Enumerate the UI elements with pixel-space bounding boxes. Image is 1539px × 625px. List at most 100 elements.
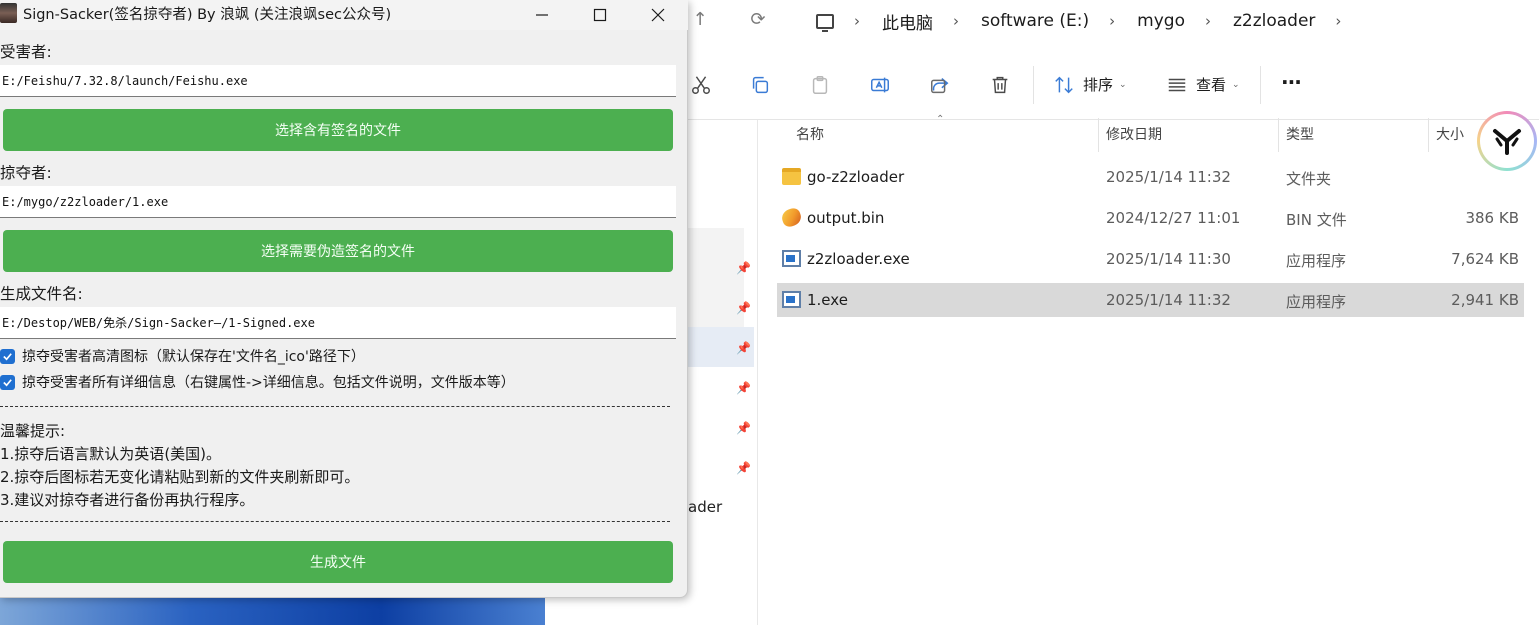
file-size: 2,941 KB <box>1451 291 1519 309</box>
sort-label: 排序 <box>1083 76 1114 94</box>
up-arrow-icon[interactable]: ↑ <box>688 8 712 32</box>
window-title: Sign-Sacker(签名掠夺者) By 浪飒 (关注浪飒sec公众号) <box>23 7 392 23</box>
file-row-selected[interactable]: 1.exe 2025/1/14 11:32 应用程序 2,941 KB <box>777 283 1524 317</box>
file-name: 1.exe <box>807 291 848 309</box>
minimize-button[interactable] <box>513 0 571 30</box>
delete-icon[interactable] <box>987 72 1013 98</box>
file-row[interactable]: output.bin 2024/12/27 11:01 BIN 文件 386 K… <box>777 201 1524 235</box>
file-row[interactable]: go-z2zloader 2025/1/14 11:32 文件夹 <box>777 160 1524 194</box>
navigation-pane: 📌 📌 📌 📌 📌 📌 ader <box>688 120 758 625</box>
file-size: 7,624 KB <box>1451 250 1519 268</box>
separator-line <box>0 406 670 407</box>
column-header-modified[interactable]: 修改日期 <box>1106 124 1162 148</box>
breadcrumb: › 此电脑 › software (E:) › mygo › z2zloader… <box>798 4 1539 38</box>
column-divider[interactable] <box>1278 118 1279 152</box>
output-filename-label: 生成文件名: <box>0 285 83 303</box>
chevron-down-icon: ⌄ <box>1119 79 1127 90</box>
more-options-button[interactable]: ··· <box>1281 70 1302 94</box>
file-modified: 2025/1/14 11:30 <box>1106 250 1231 268</box>
checkmark-icon <box>3 378 12 386</box>
file-type: 应用程序 <box>1286 293 1347 311</box>
column-divider[interactable] <box>1098 118 1099 152</box>
file-name: output.bin <box>807 209 885 227</box>
chevron-right-icon[interactable]: › <box>1109 12 1115 30</box>
sort-button[interactable]: 排序 ⌄ <box>1083 74 1127 95</box>
file-type: 文件夹 <box>1286 170 1332 188</box>
rename-icon[interactable] <box>867 72 893 98</box>
tips-title: 温馨提示: <box>0 422 66 440</box>
maximize-icon <box>593 8 607 22</box>
nav-item-label[interactable]: ader <box>688 498 722 516</box>
paste-icon[interactable] <box>807 72 833 98</box>
select-plunderer-file-button[interactable]: 选择需要伪造签名的文件 <box>3 230 673 272</box>
tip-item: 3.建议对掠夺者进行备份再执行程序。 <box>0 491 255 509</box>
copy-icon[interactable] <box>747 72 773 98</box>
tip-item: 1.掠夺后语言默认为英语(美国)。 <box>0 445 222 463</box>
pin-icon[interactable]: 📌 <box>736 261 751 275</box>
generate-file-button[interactable]: 生成文件 <box>3 541 673 583</box>
desktop-wallpaper <box>0 598 545 625</box>
checkmark-icon <box>3 352 12 360</box>
folder-icon <box>782 168 801 185</box>
file-type: 应用程序 <box>1286 252 1347 270</box>
file-type: BIN 文件 <box>1286 211 1347 229</box>
file-name: go-z2zloader <box>807 168 905 186</box>
view-icon[interactable] <box>1164 72 1190 98</box>
column-header-size[interactable]: 大小 <box>1436 124 1464 148</box>
pin-icon[interactable]: 📌 <box>736 341 751 355</box>
title-bar[interactable]: Sign-Sacker(签名掠夺者) By 浪飒 (关注浪飒sec公众号) <box>0 0 688 30</box>
file-size: 386 KB <box>1465 209 1519 227</box>
chevron-right-icon[interactable]: › <box>1335 12 1341 30</box>
breadcrumb-item[interactable]: mygo <box>1137 11 1185 31</box>
select-victim-file-button[interactable]: 选择含有签名的文件 <box>3 109 673 151</box>
view-label: 查看 <box>1196 76 1227 94</box>
view-button[interactable]: 查看 ⌄ <box>1196 74 1240 95</box>
column-divider[interactable] <box>1428 118 1429 152</box>
breadcrumb-item[interactable]: software (E:) <box>981 11 1089 31</box>
maximize-button[interactable] <box>571 0 629 30</box>
victim-path-input[interactable] <box>0 65 676 97</box>
sort-icon[interactable] <box>1051 72 1077 98</box>
bin-file-icon <box>779 206 804 229</box>
share-icon[interactable] <box>927 72 953 98</box>
command-bar: 排序 ⌄ 查看 ⌄ ··· <box>688 50 1539 120</box>
toolbar-divider <box>1260 66 1261 104</box>
file-row[interactable]: z2zloader.exe 2025/1/14 11:30 应用程序 7,624… <box>777 242 1524 276</box>
option-icon-row[interactable]: 掠夺受害者高清图标（默认保存在'文件名_ico'路径下） <box>0 346 365 366</box>
sort-ascending-icon: ⌃ <box>936 114 945 125</box>
toolbar-divider <box>1033 66 1034 104</box>
icon-option-checkbox[interactable] <box>0 348 15 364</box>
computer-icon[interactable] <box>816 13 834 32</box>
pin-icon[interactable]: 📌 <box>736 461 751 475</box>
output-filename-input[interactable] <box>0 307 676 339</box>
victim-label: 受害者: <box>0 43 52 61</box>
file-modified: 2025/1/14 11:32 <box>1106 168 1231 186</box>
refresh-icon[interactable]: ⟳ <box>746 8 770 32</box>
floating-assistant-logo[interactable] <box>1477 111 1537 171</box>
column-header-type[interactable]: 类型 <box>1286 124 1314 148</box>
plunderer-label: 掠夺者: <box>0 164 52 182</box>
chevron-right-icon[interactable]: › <box>854 12 860 30</box>
option-details-row[interactable]: 掠夺受害者所有详细信息（右键属性->详细信息。包括文件说明，文件版本等） <box>0 372 515 392</box>
app-icon <box>0 3 17 23</box>
pin-icon[interactable]: 📌 <box>736 381 751 395</box>
exe-file-icon <box>782 291 801 308</box>
file-modified: 2024/12/27 11:01 <box>1106 209 1241 227</box>
pin-icon[interactable]: 📌 <box>736 301 751 315</box>
minimize-icon <box>536 14 548 16</box>
icon-option-label: 掠夺受害者高清图标（默认保存在'文件名_ico'路径下） <box>22 349 365 365</box>
chevron-right-icon[interactable]: › <box>1205 12 1211 30</box>
sign-sacker-window: Sign-Sacker(签名掠夺者) By 浪飒 (关注浪飒sec公众号) 受害… <box>0 0 688 598</box>
pin-icon[interactable]: 📌 <box>736 421 751 435</box>
breadcrumb-item[interactable]: z2zloader <box>1233 11 1315 31</box>
exe-file-icon <box>782 250 801 267</box>
assistant-logo-icon <box>1493 129 1521 155</box>
breadcrumb-item[interactable]: 此电脑 <box>882 9 933 34</box>
close-button[interactable] <box>629 0 687 30</box>
plunderer-path-input[interactable] <box>0 186 676 218</box>
details-option-checkbox[interactable] <box>0 374 15 390</box>
separator-line <box>0 521 670 522</box>
column-header-name[interactable]: 名称 <box>796 124 824 148</box>
chevron-right-icon[interactable]: › <box>953 12 959 30</box>
cut-icon[interactable] <box>688 72 714 98</box>
